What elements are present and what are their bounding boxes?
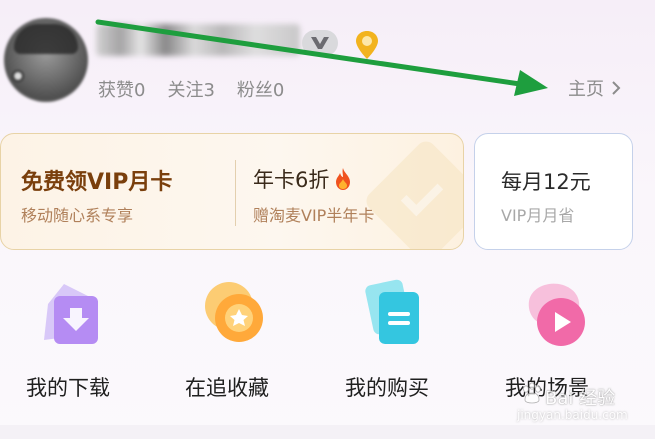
entry-label: 我的购买 [345, 376, 429, 400]
entry-following-favorites[interactable]: 在追收藏 [163, 278, 303, 402]
watermark-text: Bai 经验 [545, 388, 616, 409]
monthly-price-subtitle: VIP月月省 [501, 206, 575, 225]
fire-icon [336, 168, 351, 190]
vip-promo-card[interactable]: 免费领VIP月卡 移动随心系专享 年卡6折 赠淘麦VIP半年卡 [0, 133, 464, 250]
entry-my-purchases[interactable]: 我的购买 [323, 278, 463, 402]
vip-annual-subtitle: 赠淘麦VIP半年卡 [253, 206, 375, 225]
level-icon [311, 37, 329, 49]
vip-annual-label: 年卡6折 [253, 168, 330, 192]
username-blurred[interactable] [96, 24, 300, 56]
level-badge[interactable] [302, 30, 338, 56]
entry-label: 在追收藏 [185, 376, 269, 400]
star-icon [205, 282, 263, 342]
entry-my-downloads[interactable]: 我的下载 [0, 278, 140, 402]
paw-logo-icon [523, 382, 541, 404]
vip-free-monthly-subtitle: 移动随心系专享 [21, 206, 134, 225]
homepage-link[interactable]: 主页 [568, 75, 622, 101]
chevron-right-icon [612, 81, 621, 95]
monthly-price-title: 每月12元 [501, 170, 591, 194]
avatar[interactable] [4, 18, 88, 102]
download-icon [44, 284, 98, 344]
location-icon[interactable] [352, 29, 382, 61]
entry-label: 我的下载 [26, 376, 110, 400]
stat-followers[interactable]: 粉丝0 [237, 76, 284, 102]
profile-stats: 获赞0 关注3 粉丝0 [98, 76, 284, 102]
purchase-icon [365, 279, 419, 344]
vip-divider [235, 160, 236, 226]
avatar-ring-icon [12, 70, 24, 82]
play-icon [528, 283, 585, 346]
vip-annual-title: 年卡6折 [253, 164, 355, 194]
vip-monthly-card[interactable]: 每月12元 VIP月月省 [474, 133, 633, 250]
watermark: Bai 经验 jingyan.baidu.com [517, 378, 628, 428]
watermark-url: jingyan.baidu.com [517, 408, 628, 422]
bottom-divider [0, 425, 655, 439]
stat-likes[interactable]: 获赞0 [98, 76, 145, 102]
homepage-label: 主页 [568, 79, 604, 100]
vip-free-monthly-title: 免费领VIP月卡 [21, 170, 173, 195]
stat-following[interactable]: 关注3 [167, 76, 214, 102]
